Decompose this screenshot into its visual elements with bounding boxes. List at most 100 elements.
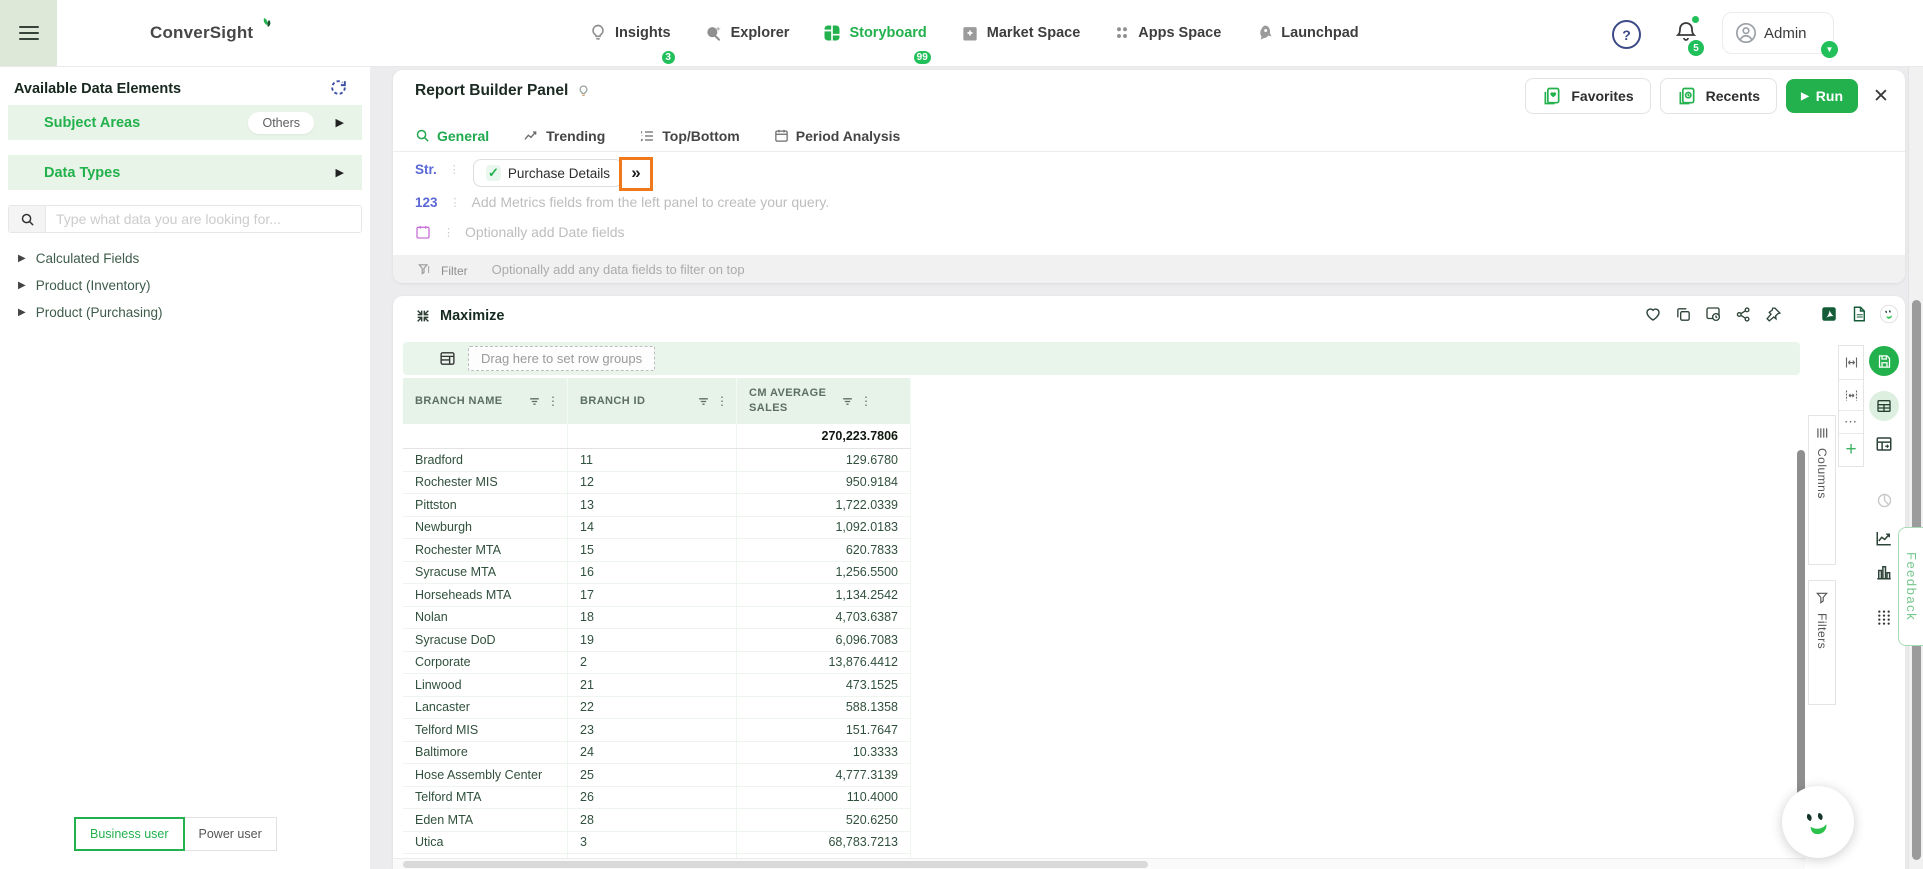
copy-icon[interactable]: [1673, 304, 1693, 324]
table-row[interactable]: Utica368,783.7213: [403, 832, 911, 855]
table-row[interactable]: Telford MTA26110.4000: [403, 787, 911, 810]
table-view-button[interactable]: [1866, 391, 1902, 421]
conversight-logo[interactable]: ConverSight: [150, 0, 275, 66]
branch-name-cell: Syracuse MTA: [403, 562, 568, 584]
grid-horizontal-scrollbar[interactable]: [393, 858, 1805, 869]
column-header-branch-id[interactable]: BRANCH ID ⋮: [568, 378, 737, 424]
nav-item-market-space[interactable]: Market Space: [960, 23, 1081, 43]
branch-name-cell: Nolan: [403, 607, 568, 629]
grid-vertical-scrollbar[interactable]: [1797, 450, 1805, 800]
table-row[interactable]: Rochester MTA15620.7833: [403, 539, 911, 562]
pivot-view-button[interactable]: [1866, 435, 1902, 453]
export-pdf-icon[interactable]: [1819, 304, 1839, 324]
user-menu[interactable]: Admin ▼: [1722, 12, 1834, 54]
column-header-cm-average-sales[interactable]: CM AVERAGE SALES ⋮: [737, 378, 911, 424]
sidebar-item-subject-areas[interactable]: Subject Areas Others ▶: [8, 105, 362, 140]
add-column-button[interactable]: +: [1839, 434, 1863, 466]
duplicate-report-icon[interactable]: [1703, 304, 1723, 324]
column-menu-icon[interactable]: ⋮: [547, 394, 559, 408]
tab-trending[interactable]: Trending: [523, 128, 605, 144]
tab-general[interactable]: General: [415, 128, 489, 144]
nav-item-apps-space[interactable]: Apps Space: [1113, 24, 1221, 42]
table-row[interactable]: Rochester MIS12950.9184: [403, 472, 911, 495]
others-tag[interactable]: Others: [248, 112, 314, 134]
export-xls-icon[interactable]: [1849, 304, 1869, 324]
columns-icon: [1815, 426, 1829, 440]
nav-item-explorer[interactable]: Explorer: [704, 23, 790, 43]
save-view-button[interactable]: [1866, 346, 1902, 376]
tree-item-product-purchasing[interactable]: ▶ Product (Purchasing): [0, 300, 370, 324]
bar-chart-button[interactable]: [1866, 563, 1902, 581]
nav-item-storyboard[interactable]: Storyboard 99: [822, 23, 926, 43]
line-chart-button[interactable]: [1866, 529, 1902, 547]
tab-period-analysis[interactable]: Period Analysis: [774, 128, 901, 144]
table-row[interactable]: Lancaster22588.1358: [403, 697, 911, 720]
help-button[interactable]: ?: [1612, 20, 1641, 49]
date-fields-row[interactable]: ⋮ Optionally add Date fields: [415, 222, 1815, 242]
tab-label: Trending: [546, 128, 605, 144]
power-user-button[interactable]: Power user: [185, 817, 277, 851]
filter-row[interactable]: Filter Optionally add any data fields to…: [393, 255, 1905, 283]
hint-bulb-icon[interactable]: [576, 83, 591, 99]
recents-button[interactable]: Recents: [1660, 78, 1777, 114]
business-user-button[interactable]: Business user: [74, 817, 185, 851]
more-options-button[interactable]: ⋯: [1839, 411, 1863, 434]
share-icon[interactable]: [1733, 304, 1753, 324]
table-row[interactable]: Pittston131,722.0339: [403, 494, 911, 517]
table-row[interactable]: Baltimore2410.3333: [403, 742, 911, 765]
table-row[interactable]: Newburgh141,092.0183: [403, 517, 911, 540]
nav-item-insights[interactable]: Insights 3: [588, 23, 671, 43]
table-row[interactable]: Hose Assembly Center254,777.3139: [403, 764, 911, 787]
table-total-row: 270,223.7806: [403, 424, 911, 449]
notifications-button[interactable]: 5: [1674, 18, 1698, 44]
column-filter-icon[interactable]: [528, 395, 541, 408]
maximize-button[interactable]: Maximize: [415, 308, 504, 324]
table-row[interactable]: Syracuse MTA161,256.5500: [403, 562, 911, 585]
branch-id-cell: 28: [568, 809, 737, 831]
conversight-assistant-fab[interactable]: [1782, 786, 1854, 858]
table-row[interactable]: Corporate213,876.4412: [403, 652, 911, 675]
table-row[interactable]: Telford MIS23151.7647: [403, 719, 911, 742]
table-row[interactable]: Horseheads MTA171,134.2542: [403, 584, 911, 607]
expand-fields-button-highlighted[interactable]: »: [619, 157, 653, 191]
recents-label: Recents: [1706, 88, 1760, 104]
nav-item-launchpad[interactable]: Launchpad: [1254, 23, 1358, 43]
scrollbar-handle[interactable]: [403, 861, 1148, 868]
menu-button[interactable]: [0, 0, 57, 66]
column-filter-icon[interactable]: [697, 395, 710, 408]
refresh-button[interactable]: [329, 78, 348, 97]
line-chart-icon: [1875, 529, 1893, 547]
tab-top-bottom[interactable]: Top/Bottom: [639, 128, 740, 144]
column-menu-icon[interactable]: ⋮: [716, 394, 728, 408]
tool-tab-filters[interactable]: Filters: [1808, 580, 1836, 705]
tree-item-calculated-fields[interactable]: ▶ Calculated Fields: [0, 246, 370, 270]
pie-chart-button[interactable]: [1866, 492, 1902, 509]
favorites-button[interactable]: Favorites: [1525, 78, 1650, 114]
pin-icon[interactable]: [1763, 304, 1783, 324]
close-button[interactable]: ✕: [1870, 85, 1892, 107]
feedback-tab[interactable]: Feedback: [1898, 527, 1923, 646]
run-button[interactable]: ▶ Run: [1786, 79, 1858, 113]
table-row[interactable]: Syracuse DoD196,096.7083: [403, 629, 911, 652]
column-menu-icon[interactable]: ⋮: [860, 394, 872, 408]
tree-item-product-inventory[interactable]: ▶ Product (Inventory): [0, 273, 370, 297]
cm-average-sales-cell: 13,876.4412: [737, 652, 911, 674]
table-row[interactable]: Nolan184,703.6387: [403, 607, 911, 630]
row-groups-dropzone[interactable]: Drag here to set row groups: [403, 342, 1800, 375]
sidebar-item-data-types[interactable]: Data Types ▶: [8, 155, 362, 190]
more-views-button[interactable]: [1866, 609, 1902, 625]
autosize-columns-button[interactable]: [1839, 380, 1863, 411]
table-row[interactable]: Eden MTA28520.6250: [403, 809, 911, 832]
column-filter-icon[interactable]: [841, 395, 854, 408]
column-header-branch-name[interactable]: BRANCH NAME ⋮: [403, 378, 568, 424]
metrics-fields-row[interactable]: 123 ⋮ Add Metrics fields from the left p…: [415, 192, 1815, 212]
page-scrollbar[interactable]: [1908, 66, 1923, 869]
table-row[interactable]: Bradford11129.6780: [403, 449, 911, 472]
favorite-heart-icon[interactable]: [1643, 304, 1663, 324]
purchase-details-chip[interactable]: ✓ Purchase Details: [473, 159, 623, 187]
table-row[interactable]: Linwood21473.1525: [403, 674, 911, 697]
fit-columns-button[interactable]: [1839, 346, 1863, 380]
tool-tab-columns[interactable]: Columns: [1808, 415, 1836, 565]
search-input[interactable]: [46, 206, 361, 232]
conversight-assistant-icon[interactable]: [1879, 304, 1899, 324]
